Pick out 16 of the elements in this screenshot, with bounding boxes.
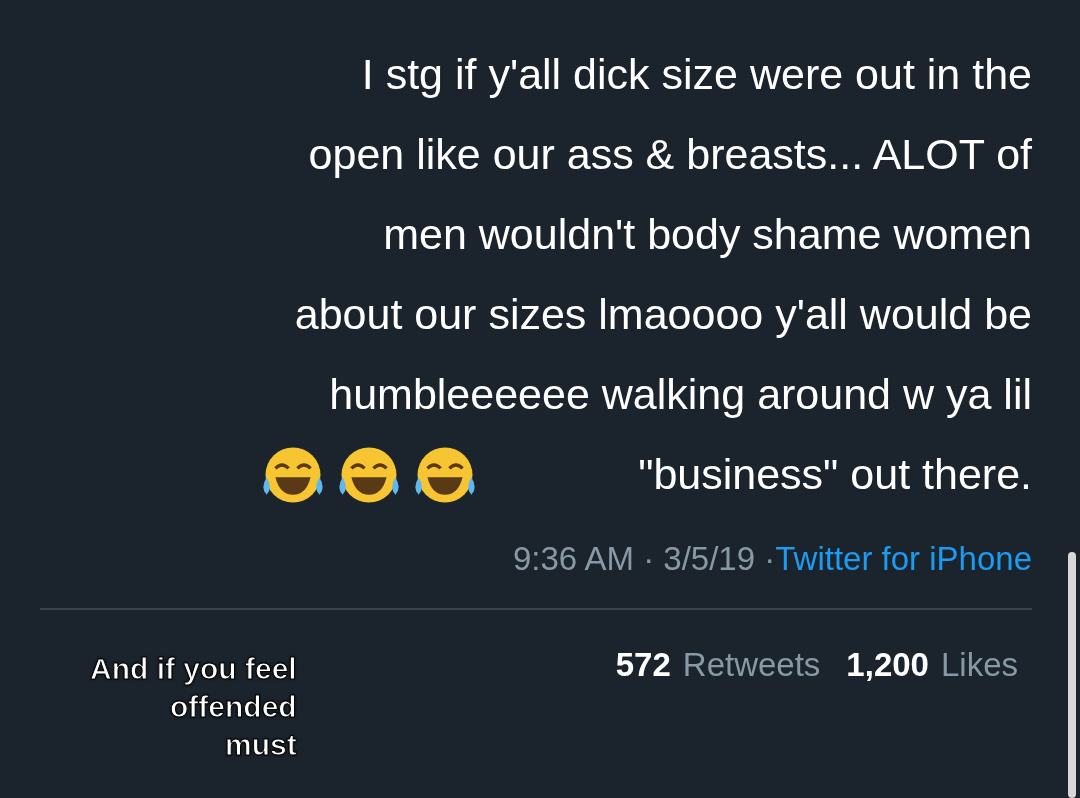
tweet-text-line: men wouldn't body shame women (383, 209, 1032, 260)
likes-label: Likes (940, 646, 1018, 684)
scrollbar[interactable] (1068, 552, 1076, 798)
tweet-text-line: about our sizes lmaoooo y'all would be (294, 289, 1032, 340)
retweets-label: Retweets (682, 646, 821, 684)
tweet-text-line: humbleeeeee walking around w ya lil (329, 369, 1032, 420)
meme-caption-text: must (225, 728, 297, 762)
tweet-source-link[interactable]: Twitter for iPhone (775, 540, 1032, 578)
meme-caption-text: offended (170, 690, 297, 724)
tweet-text-line: I stg if y'all dick size were out in the (361, 49, 1032, 100)
meme-caption-text: And if you feel (90, 652, 297, 686)
tweet-text-line: open like our ass & breasts... ALOT of (308, 129, 1032, 180)
tweet-timestamp: 9:36 AM · 3/5/19 · (512, 540, 776, 578)
like-count: 1,200 (846, 646, 929, 684)
tweet-text-line: "business" out there. (638, 449, 1032, 500)
retweet-count: 572 (615, 646, 671, 684)
